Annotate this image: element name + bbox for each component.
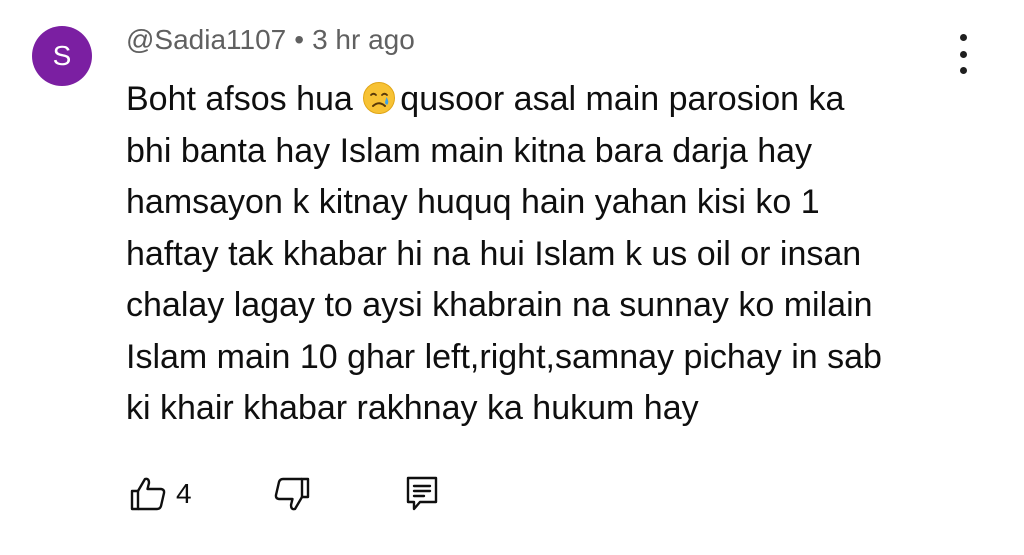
thumbs-down-icon	[274, 477, 309, 511]
like-count: 4	[176, 478, 192, 509]
avatar[interactable]: S	[32, 26, 92, 86]
like-button[interactable]	[126, 472, 170, 516]
comment-header: @Sadia1107 • 3 hr ago	[126, 24, 415, 56]
comment-body: Boht afsos hua qusoor asal main parosion…	[126, 74, 996, 435]
author-name[interactable]: @Sadia1107	[126, 24, 286, 56]
comment-timestamp[interactable]: 3 hr ago	[312, 24, 415, 56]
comment-line: hamsayon k kitnay huquq hain yahan kisi …	[126, 183, 820, 221]
reply-icon	[406, 476, 437, 511]
comment-line: Boht afsos hua qusoor asal main parosion…	[126, 74, 996, 126]
comment-text: qusoor asal main parosion ka	[400, 80, 845, 118]
comment-thread: S @Sadia1107 • 3 hr ago Boht afsos hua q…	[0, 0, 1024, 555]
comment-actions: 4	[126, 470, 444, 518]
crying-face-icon	[363, 82, 396, 114]
comment-text: Boht afsos hua	[126, 80, 363, 118]
thumbs-up-icon	[130, 477, 166, 511]
comment-line: ki khair khabar rakhnay ka hukum hay	[126, 389, 699, 427]
dislike-button[interactable]	[270, 472, 314, 516]
reply-button[interactable]	[400, 472, 444, 516]
comment-line: Islam main 10 ghar left,right,samnay pic…	[126, 337, 882, 376]
comment-line: bhi banta hay Islam main kitna bara darj…	[126, 131, 813, 170]
comment-line: haftay tak khabar hi na hui Islam k us o…	[126, 234, 862, 273]
more-dot	[959, 34, 967, 41]
more-options-icon[interactable]	[948, 34, 978, 74]
header-separator: •	[294, 24, 305, 55]
more-dot	[959, 50, 967, 58]
more-dot	[959, 67, 967, 74]
avatar-letter: S	[52, 40, 72, 71]
comment-line: chalay lagay to aysi khabrain na sunnay …	[126, 286, 873, 324]
